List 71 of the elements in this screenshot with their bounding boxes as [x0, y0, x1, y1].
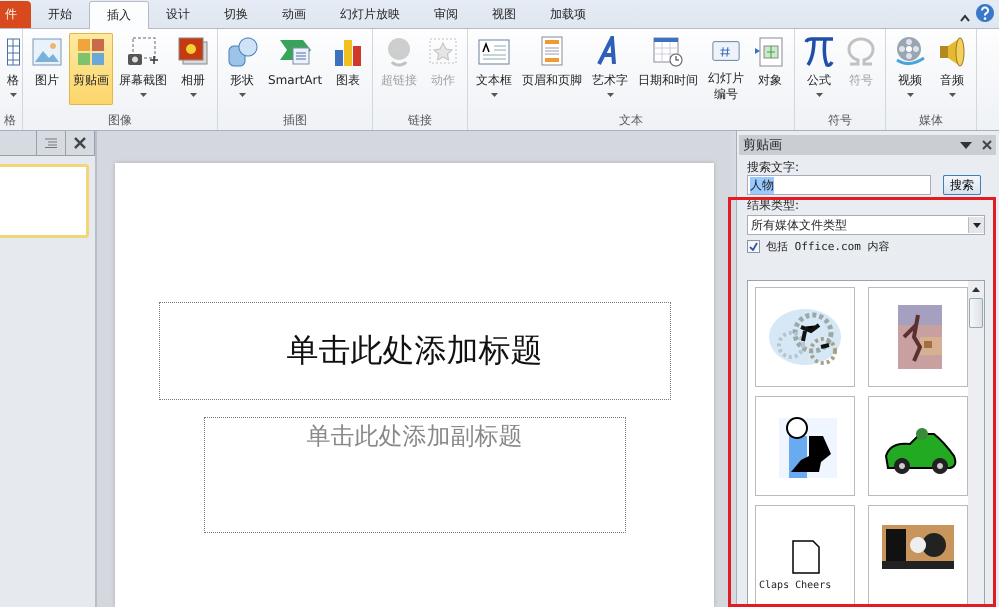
ribbon-button[interactable]: 图表	[328, 33, 368, 105]
close-icon	[74, 137, 86, 149]
ribbon-button[interactable]: 日期和时间	[634, 33, 702, 105]
clip-art-icon	[75, 36, 107, 68]
group-label: 格	[3, 112, 17, 129]
checkbox-label: 包括 Office.com 内容	[766, 239, 890, 254]
ribbon-button[interactable]: 公式	[799, 33, 840, 105]
close-icon	[982, 140, 992, 150]
ribbon-button[interactable]: 屏幕截图	[115, 33, 171, 105]
ribbon-tab[interactable]: 审阅	[417, 1, 475, 28]
clip-art-item[interactable]	[868, 396, 968, 496]
ribbon-tab[interactable]: 幻灯片放映	[323, 1, 417, 28]
clip-caption: Claps Cheers	[759, 580, 832, 591]
pi-icon	[803, 36, 836, 68]
group-label: 媒体	[918, 112, 944, 129]
title-placeholder[interactable]: 单击此处添加标题	[158, 302, 670, 400]
ribbon-button[interactable]: 艺术字	[588, 33, 632, 105]
collapse-ribbon-icon	[959, 13, 971, 23]
search-button[interactable]: 搜索	[943, 175, 981, 195]
ribbon-button[interactable]: 剪贴画	[69, 33, 113, 105]
result-type-dropdown[interactable]: 所有媒体文件类型	[747, 215, 985, 235]
search-label: 搜索文字:	[747, 159, 800, 175]
ribbon-tab[interactable]: 插入	[89, 1, 149, 29]
ribbon-button[interactable]: 音频	[932, 33, 972, 105]
clip-art-item[interactable]	[868, 505, 968, 605]
screenshot-icon	[127, 36, 159, 68]
table-icon	[6, 36, 20, 68]
scroll-up-icon	[972, 287, 980, 292]
group-label: 链接	[407, 112, 434, 129]
checkmark-icon	[749, 242, 758, 251]
clip-art-item[interactable]	[868, 287, 968, 387]
subtitle-placeholder[interactable]: 单击此处添加副标题	[204, 417, 626, 533]
shapes-icon	[226, 36, 258, 68]
ribbon-button[interactable]: 形状	[222, 33, 262, 105]
ribbon-button[interactable]: SmartArt	[264, 33, 326, 105]
scrollbar[interactable]	[968, 281, 984, 606]
group-label: 插图	[282, 112, 308, 129]
ribbon-tab[interactable]: 视图	[475, 1, 533, 28]
ribbon-button[interactable]: 对象	[750, 33, 790, 105]
ribbon-tab[interactable]: 切换	[207, 1, 265, 28]
ribbon-tab[interactable]: 设计	[149, 1, 207, 28]
dropdown-arrow-icon	[972, 222, 980, 228]
clip-art-item[interactable]: Claps Cheers	[755, 505, 855, 605]
ribbon-tab[interactable]: 动画	[265, 1, 323, 28]
dropdown-icon	[960, 142, 972, 148]
ribbon-tab[interactable]: 加载项	[533, 1, 603, 28]
film-reel-icon	[894, 36, 926, 68]
ribbon-button[interactable]: 相册	[173, 33, 213, 105]
omega-icon	[845, 36, 878, 68]
ribbon-button[interactable]: 图片	[27, 33, 67, 105]
ribbon-button[interactable]: 格	[0, 33, 22, 105]
ribbon-tab[interactable]: 开始	[31, 1, 89, 28]
group-label: 符号	[827, 112, 854, 129]
help-icon	[975, 3, 995, 23]
checkbox[interactable]	[747, 240, 760, 253]
file-tab[interactable]: 件	[0, 1, 31, 28]
ribbon-button[interactable]: 页眉和页脚	[518, 33, 586, 105]
group-label: 图像	[107, 112, 133, 129]
slide-thumbnail[interactable]	[0, 164, 89, 238]
search-field[interactable]: 人物	[747, 175, 931, 195]
ribbon-button[interactable]: 文本框	[472, 33, 516, 105]
calendar-clock-icon	[652, 36, 684, 68]
ribbon-button[interactable]: 视频	[890, 33, 930, 105]
picture-icon	[31, 36, 63, 68]
pane-title: 剪贴画	[743, 137, 783, 154]
ribbon-button[interactable]: 幻灯片 编号	[704, 33, 748, 105]
clip-art-item[interactable]	[755, 396, 855, 496]
scroll-thumb[interactable]	[969, 298, 983, 328]
group-label: 文本	[618, 112, 644, 129]
clip-art-item[interactable]	[755, 287, 855, 387]
outline-icon	[45, 138, 57, 148]
